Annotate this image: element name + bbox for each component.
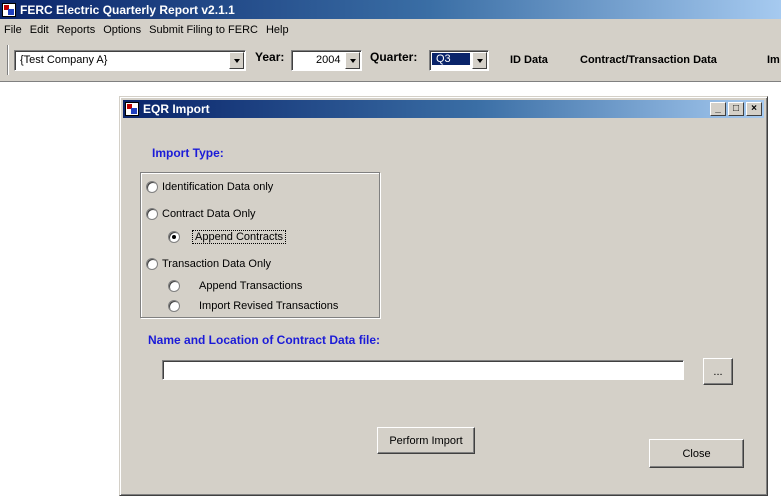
nav-import[interactable]: Im: [767, 54, 780, 66]
radio-import-revised-label: Import Revised Transactions: [199, 300, 339, 312]
radio-identification-label: Identification Data only: [162, 181, 274, 193]
close-icon: ×: [751, 103, 757, 114]
dialog-titlebar: EQR Import _ □ ×: [123, 100, 764, 118]
radio-button[interactable]: [146, 258, 158, 270]
quarter-dropdown-button[interactable]: [472, 52, 487, 69]
dialog-logo-icon: [125, 102, 139, 116]
quarter-select-value: Q3: [432, 53, 470, 65]
radio-button-selected[interactable]: [168, 231, 180, 243]
menu-file[interactable]: File: [0, 24, 26, 36]
toolbar-grip: [7, 45, 9, 75]
radio-contract-label: Contract Data Only: [162, 208, 256, 220]
chevron-down-icon: [349, 58, 356, 63]
radio-append-transactions[interactable]: Append Transactions: [168, 280, 302, 292]
year-dropdown-button[interactable]: [345, 52, 360, 69]
chevron-down-icon: [233, 58, 240, 63]
company-dropdown-button[interactable]: [229, 52, 244, 69]
chevron-down-icon: [476, 58, 483, 63]
close-window-button[interactable]: ×: [746, 102, 762, 116]
app-title: FERC Electric Quarterly Report v2.1.1: [20, 2, 235, 17]
radio-append-transactions-label: Append Transactions: [199, 280, 303, 292]
menu-help[interactable]: Help: [262, 24, 293, 36]
radio-contract-data[interactable]: Contract Data Only: [146, 208, 256, 220]
dialog-title: EQR Import: [143, 102, 210, 116]
nav-contract-transaction-data[interactable]: Contract/Transaction Data: [580, 54, 717, 66]
radio-append-contracts[interactable]: Append Contracts: [168, 230, 287, 244]
company-select[interactable]: {Test Company A}: [14, 50, 246, 71]
import-type-group: [140, 172, 380, 318]
maximize-button[interactable]: □: [728, 102, 744, 116]
quarter-select[interactable]: Q3: [429, 50, 489, 71]
perform-import-button[interactable]: Perform Import: [377, 427, 475, 454]
year-select[interactable]: 2004: [291, 50, 362, 71]
app-titlebar: FERC Electric Quarterly Report v2.1.1: [0, 0, 781, 19]
menu-edit[interactable]: Edit: [26, 24, 53, 36]
radio-button[interactable]: [146, 208, 158, 220]
radio-append-contracts-label: Append Contracts: [192, 230, 287, 244]
radio-button[interactable]: [168, 280, 180, 292]
import-type-label: Import Type:: [152, 146, 224, 160]
perform-import-label: Perform Import: [389, 434, 463, 447]
browse-label: ...: [713, 365, 723, 378]
year-select-value: 2004: [316, 54, 341, 66]
radio-transaction-data[interactable]: Transaction Data Only: [146, 258, 271, 270]
radio-button[interactable]: [168, 300, 180, 312]
close-button[interactable]: Close: [649, 439, 744, 468]
radio-identification-data[interactable]: Identification Data only: [146, 181, 273, 193]
radio-transaction-label: Transaction Data Only: [162, 258, 272, 270]
menu-submit-filing[interactable]: Submit Filing to FERC: [145, 24, 262, 36]
minimize-icon: _: [715, 103, 721, 114]
file-path-input[interactable]: [162, 360, 684, 380]
browse-button[interactable]: ...: [703, 358, 733, 385]
eqr-import-dialog: EQR Import _ □ × Import Type: Identifica…: [119, 96, 768, 496]
maximize-icon: □: [732, 103, 740, 114]
radio-button[interactable]: [146, 181, 158, 193]
menubar: File Edit Reports Options Submit Filing …: [0, 19, 781, 40]
radio-import-revised[interactable]: Import Revised Transactions: [168, 300, 338, 312]
menu-options[interactable]: Options: [99, 24, 145, 36]
app-logo-icon: [2, 2, 16, 17]
year-label: Year:: [255, 50, 285, 64]
close-button-label: Close: [682, 447, 711, 460]
quarter-label: Quarter:: [370, 50, 418, 64]
menu-reports[interactable]: Reports: [53, 24, 100, 36]
file-location-label: Name and Location of Contract Data file:: [148, 333, 381, 347]
nav-id-data[interactable]: ID Data: [510, 54, 548, 66]
company-select-value: {Test Company A}: [20, 54, 108, 66]
minimize-button[interactable]: _: [710, 102, 726, 116]
